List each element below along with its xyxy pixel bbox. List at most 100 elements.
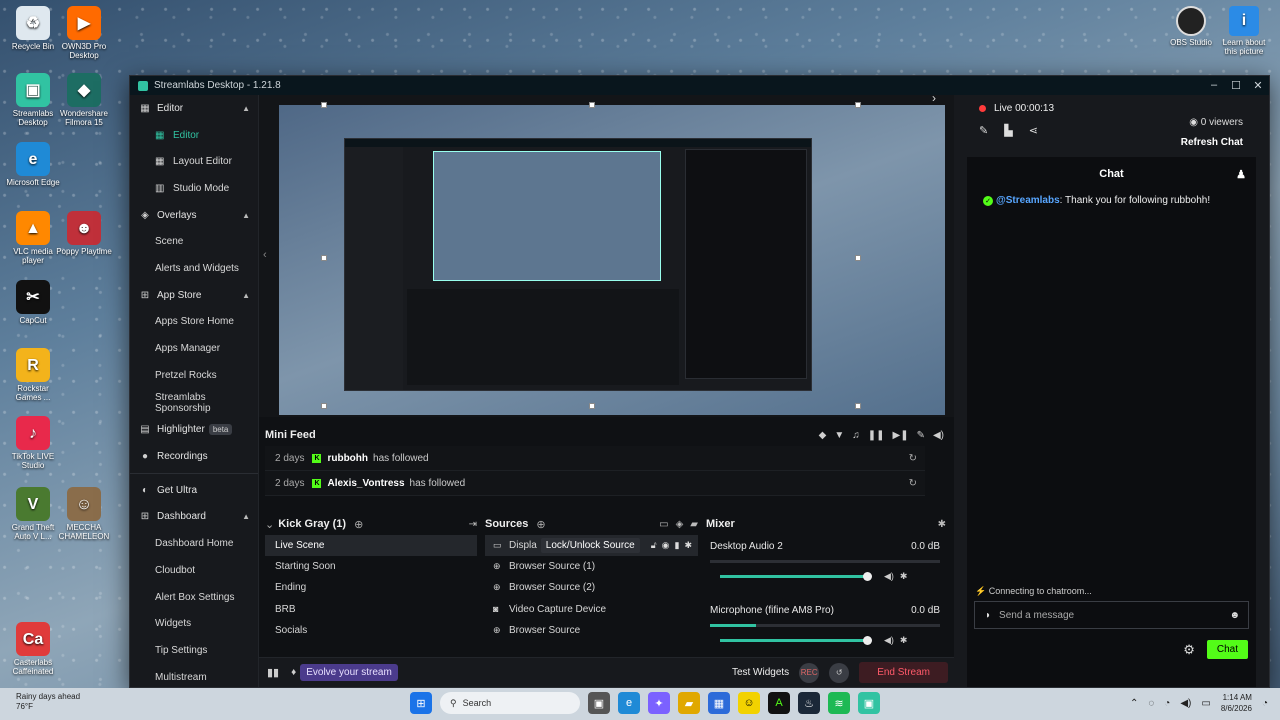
volume-icon[interactable]: ◀) bbox=[1180, 698, 1191, 709]
desktop-icon-learn[interactable]: i Learn about this picture bbox=[1216, 6, 1272, 56]
evolve-stream-button[interactable]: Evolve your stream bbox=[300, 664, 398, 681]
clock[interactable]: 1:14 AM 8/6/2026 bbox=[1221, 692, 1252, 714]
streamlabs-taskbar-icon[interactable]: ▣ bbox=[858, 692, 880, 714]
stream-preview[interactable] bbox=[279, 105, 945, 415]
skip-icon[interactable]: ▶❚ bbox=[893, 430, 909, 441]
edit-stream-info-icon[interactable]: ✎ bbox=[979, 124, 988, 137]
transition-icon[interactable]: ⇥ bbox=[469, 519, 477, 530]
sidebar-item-alerts-widgets[interactable]: Alerts and Widgets bbox=[130, 255, 258, 282]
mute-alerts-icon[interactable]: ✎ bbox=[917, 430, 925, 441]
desktop-icon[interactable]: ▶ OWN3D Pro Desktop bbox=[55, 6, 113, 60]
chat-popout-icon[interactable]: ▙ bbox=[1004, 124, 1012, 137]
selection-handle[interactable] bbox=[855, 255, 861, 261]
sidebar-section-editor[interactable]: ▦ Editor ▲ bbox=[130, 95, 258, 122]
edge-taskbar-icon[interactable]: e bbox=[618, 692, 640, 714]
desktop-icon[interactable]: ☺ MECCHA CHAMELEON bbox=[55, 487, 113, 541]
sidebar-section-highlighter[interactable]: ▤ Highlighter beta bbox=[130, 417, 258, 444]
maximize-button[interactable]: ☐ bbox=[1225, 79, 1247, 92]
selection-handle[interactable] bbox=[321, 255, 327, 261]
slider-knob[interactable] bbox=[863, 572, 872, 581]
battery-icon[interactable]: ▭ bbox=[1201, 698, 1210, 709]
sidebar-item-sponsorship[interactable]: Streamlabs Sponsorship bbox=[130, 389, 258, 417]
notifications-icon[interactable]: ♦ bbox=[291, 667, 296, 678]
task-view-icon[interactable]: ▣ bbox=[588, 692, 610, 714]
desktop-icon[interactable]: Ca Casterlabs Caffeinated bbox=[4, 622, 62, 676]
volume-slider[interactable] bbox=[720, 636, 872, 645]
sidebar-section-dashboard[interactable]: ⊞ Dashboard ▲ bbox=[130, 504, 258, 531]
record-button[interactable]: REC bbox=[799, 662, 820, 683]
trash-icon[interactable]: ▮ bbox=[675, 540, 680, 551]
scene-item[interactable]: Ending bbox=[265, 577, 477, 598]
expand-right-icon[interactable]: › bbox=[932, 91, 936, 105]
sidebar-section-app-store[interactable]: ⊞ App Store ▲ bbox=[130, 282, 258, 309]
spotify-icon[interactable]: ≋ bbox=[828, 692, 850, 714]
replay-buffer-icon[interactable]: ↺ bbox=[829, 662, 850, 683]
sidebar-item-scene[interactable]: Scene bbox=[130, 228, 258, 255]
close-button[interactable]: ✕ bbox=[1247, 79, 1269, 92]
volume-icon[interactable]: ◀) bbox=[933, 430, 944, 441]
source-options-icon[interactable]: ▭ bbox=[659, 519, 668, 530]
filter-icon[interactable]: ▼ bbox=[834, 430, 844, 441]
desktop-icon[interactable]: ◆ Wondershare Filmora 15 bbox=[55, 73, 113, 127]
sidebar-item-pretzel-rocks[interactable]: Pretzel Rocks bbox=[130, 362, 258, 389]
selection-handle[interactable] bbox=[589, 403, 595, 409]
channel-settings-icon[interactable]: ✱ bbox=[900, 571, 908, 582]
gear-icon[interactable]: ✱ bbox=[684, 540, 692, 551]
store-icon[interactable]: ▦ bbox=[708, 692, 730, 714]
source-item[interactable]: ⊕ Browser Source (1) bbox=[485, 556, 698, 577]
desktop-icon[interactable]: ♪ TikTok LIVE Studio bbox=[4, 416, 62, 470]
stats-icon[interactable]: ▮▮ bbox=[267, 666, 279, 679]
emoji-icon[interactable]: ☻ bbox=[1229, 610, 1240, 621]
steam-icon[interactable]: ♨ bbox=[798, 692, 820, 714]
desktop-icon[interactable]: ♻ Recycle Bin bbox=[4, 6, 62, 51]
selection-handle[interactable] bbox=[855, 403, 861, 409]
sidebar-section-overlays[interactable]: ◈ Overlays ▲ bbox=[130, 202, 258, 229]
desktop-icon[interactable]: V Grand Theft Auto V L... bbox=[4, 487, 62, 541]
desktop-icon[interactable]: ▲ VLC media player bbox=[4, 211, 62, 265]
sidebar-section-get-ultra[interactable]: ◐ Get Ultra bbox=[130, 477, 258, 504]
scene-item[interactable]: Socials bbox=[265, 620, 477, 641]
folder-icon[interactable]: ▰ bbox=[690, 519, 698, 530]
sidebar-section-recordings[interactable]: ● Recordings bbox=[130, 443, 258, 470]
chat-input[interactable]: ◗ Send a message ☻ bbox=[974, 601, 1249, 629]
mixer-settings-icon[interactable]: ✱ bbox=[938, 519, 946, 530]
desktop-icon[interactable]: e Microsoft Edge bbox=[4, 142, 62, 187]
copilot-icon[interactable]: ✦ bbox=[648, 692, 670, 714]
sidebar-item-dashboard[interactable]: Dashboard Home bbox=[130, 530, 258, 557]
nvidia-icon[interactable]: A bbox=[768, 692, 790, 714]
selection-handle[interactable] bbox=[855, 102, 861, 108]
desktop-icon[interactable]: ▣ Streamlabs Desktop bbox=[4, 73, 62, 127]
shield-icon[interactable]: ◆ bbox=[819, 430, 827, 441]
sidebar-item-dashboard[interactable]: Tip Settings bbox=[130, 637, 258, 664]
source-item[interactable]: ⊕ Browser Source (2) bbox=[485, 577, 698, 598]
lock-icon[interactable]: 🔓︎ bbox=[651, 540, 657, 551]
test-widgets-button[interactable]: Test Widgets bbox=[732, 667, 789, 678]
chat-send-button[interactable]: Chat bbox=[1206, 640, 1248, 659]
sidebar-item-dashboard[interactable]: Multistream bbox=[130, 664, 258, 687]
selection-handle[interactable] bbox=[321, 403, 327, 409]
taskbar-search[interactable]: ⚲ Search bbox=[440, 692, 580, 714]
repeat-alert-icon[interactable]: ↻ bbox=[909, 453, 917, 464]
scene-item[interactable]: Starting Soon bbox=[265, 556, 477, 577]
mute-icon[interactable]: ◀) bbox=[884, 635, 894, 646]
sidebar-item-editor[interactable]: ▦ Editor bbox=[130, 122, 258, 149]
repeat-alert-icon[interactable]: ↻ bbox=[909, 478, 917, 489]
end-stream-button[interactable]: End Stream bbox=[859, 662, 948, 683]
scene-collection-title[interactable]: Kick Gray (1) bbox=[278, 518, 346, 530]
add-scene-collection-icon[interactable]: ⊕ bbox=[354, 518, 363, 531]
slider-knob[interactable] bbox=[863, 636, 872, 645]
group-icon[interactable]: ◈ bbox=[676, 519, 684, 530]
mute-icon[interactable]: ◀) bbox=[884, 571, 894, 582]
volume-slider[interactable] bbox=[720, 572, 872, 581]
sidebar-item-layout-editor[interactable]: ▦ Layout Editor bbox=[130, 148, 258, 175]
wifi-icon[interactable]: ◔ bbox=[1164, 698, 1170, 709]
music-icon[interactable]: ♫ bbox=[852, 430, 860, 441]
channel-settings-icon[interactable]: ✱ bbox=[900, 635, 908, 646]
source-item[interactable]: ⊕ Browser Source bbox=[485, 620, 698, 641]
desktop-icon-obs[interactable]: OBS Studio bbox=[1163, 6, 1219, 47]
sidebar-item-dashboard[interactable]: Alert Box Settings bbox=[130, 584, 258, 611]
weather-widget[interactable]: Rainy days ahead 76°F bbox=[16, 692, 80, 712]
add-source-icon[interactable]: ⊕ bbox=[536, 518, 545, 531]
share-icon[interactable]: ⋖ bbox=[1029, 124, 1038, 137]
desktop-icon[interactable]: ☻ Poppy Playtime bbox=[55, 211, 113, 256]
